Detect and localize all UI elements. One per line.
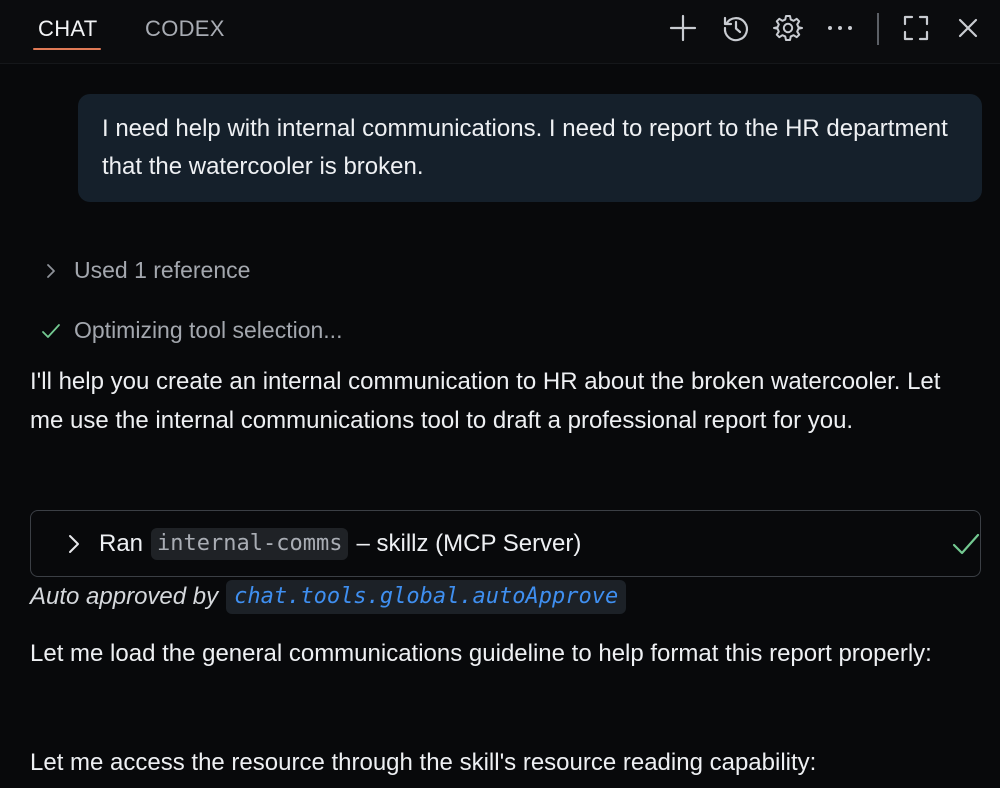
- settings-button[interactable]: [770, 10, 806, 46]
- tool-call-suffix: – skillz (MCP Server): [356, 530, 582, 557]
- user-message-bubble: I need help with internal communications…: [78, 94, 982, 202]
- history-button[interactable]: [718, 10, 754, 46]
- tab-chat[interactable]: CHAT: [38, 16, 97, 42]
- auto-approved-label: Auto approved by: [30, 583, 219, 610]
- auto-approve-setting-link[interactable]: chat.tools.global.autoApprove: [226, 580, 627, 614]
- header-divider: [877, 13, 879, 45]
- more-actions-button[interactable]: [822, 10, 858, 46]
- tool-call-label: Ran internal-comms – skillz (MCP Server): [99, 527, 581, 561]
- chevron-right-icon: [47, 263, 55, 278]
- assistant-followup-text-2: Let me access the resource through the s…: [30, 749, 817, 776]
- close-icon: [958, 18, 978, 38]
- success-check-icon: [952, 533, 980, 555]
- close-button[interactable]: [950, 10, 986, 46]
- check-icon: [42, 323, 60, 338]
- new-chat-button[interactable]: [665, 10, 701, 46]
- more-icon: [828, 26, 852, 30]
- history-icon: [723, 16, 749, 42]
- optimizing-status: Optimizing tool selection...: [40, 317, 342, 344]
- assistant-intro-text: I'll help you create an internal communi…: [30, 368, 941, 434]
- chevron-right-icon: [69, 535, 79, 553]
- tool-call-item[interactable]: Ran internal-comms – skillz (MCP Server): [30, 510, 981, 577]
- tab-codex[interactable]: CODEX: [145, 16, 225, 42]
- maximize-icon: [903, 15, 929, 41]
- tool-call-prefix: Ran: [99, 530, 144, 557]
- used-references-toggle[interactable]: Used 1 reference: [40, 257, 250, 284]
- auto-approved-note: Auto approved by chat.tools.global.autoA…: [30, 580, 627, 614]
- plus-icon: [669, 14, 697, 42]
- gear-icon: [773, 15, 803, 41]
- tool-name-chip: internal-comms: [151, 528, 349, 560]
- assistant-followup-text-1: Let me load the general communications g…: [30, 640, 932, 667]
- used-references-label: Used 1 reference: [74, 257, 251, 283]
- active-tab-indicator: [33, 48, 101, 50]
- maximize-button[interactable]: [898, 10, 934, 46]
- optimizing-label: Optimizing tool selection...: [74, 317, 343, 343]
- chat-panel-header: CHAT CODEX: [0, 0, 1000, 64]
- user-message-text: I need help with internal communications…: [102, 115, 948, 180]
